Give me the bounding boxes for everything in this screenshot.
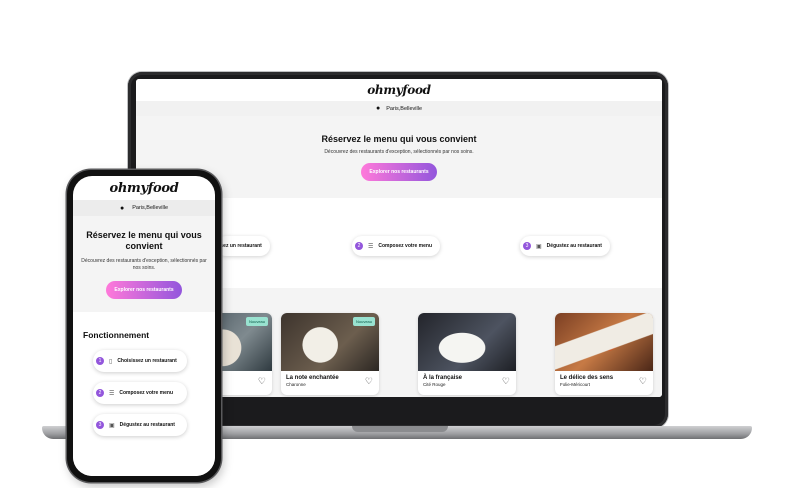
site-logo[interactable]: ohmyfood [109, 181, 178, 196]
site-logo[interactable]: ohmyfood [367, 83, 431, 97]
section-title: Fonctionnement [83, 330, 150, 340]
heart-icon[interactable]: ♡ [639, 376, 647, 387]
step-label: Composez votre menu [378, 243, 433, 249]
restaurant-card[interactable]: Nouveau La note enchantée Charonne ♡ [281, 313, 379, 395]
step-label: Composez votre menu [119, 390, 174, 396]
step-label: Dégustez au restaurant [546, 243, 602, 249]
list-icon: ☰ [368, 243, 374, 250]
new-badge: Nouveau [352, 317, 375, 326]
explore-restaurants-button[interactable]: Explorer nos restaurants [106, 280, 182, 299]
restaurant-card[interactable]: Le délice des sens Folie-Méricourt ♡ [555, 313, 653, 395]
restaurant-card[interactable]: À la française Cité Rouge ♡ [418, 313, 516, 395]
step-number: 2 [355, 242, 363, 250]
location-text: Paris,Belleville [386, 105, 422, 112]
restaurant-image: Nouveau [281, 313, 379, 371]
menu-card-icon: ▣ [536, 243, 542, 250]
step-card-2[interactable]: 2 ☰ Composez votre menu [352, 236, 441, 256]
hero-title: Réservez le menu qui vous convient [86, 230, 202, 252]
map-pin-icon: ● [120, 204, 125, 212]
phone-icon: ▯ [109, 358, 113, 365]
site-header: ohmyfood [136, 79, 662, 101]
location-text: Paris,Belleville [132, 205, 168, 211]
step-card-1[interactable]: isez un restaurant [216, 236, 270, 256]
hero-section: Réservez le menu qui vous convient Décou… [73, 216, 215, 312]
location-bar: ● Paris,Belleville [73, 200, 215, 216]
location-bar: ● Paris,Belleville [136, 101, 662, 116]
step-card-2[interactable]: 2 ☰ Composez votre menu [93, 382, 187, 404]
heart-icon[interactable]: ♡ [502, 376, 510, 387]
step-card-3[interactable]: 3 ▣ Dégustez au restaurant [93, 414, 187, 436]
restaurant-image [418, 313, 516, 371]
menu-card-icon: ▣ [109, 422, 115, 429]
step-card-1[interactable]: 1 ▯ Choisissez un restaurant [93, 350, 187, 372]
laptop-notch [352, 426, 448, 432]
heart-icon[interactable]: ♡ [365, 376, 373, 387]
hero-title: Réservez le menu qui vous convient [321, 134, 477, 144]
step-card-3[interactable]: 3 ▣ Dégustez au restaurant [520, 236, 610, 256]
explore-restaurants-button[interactable]: Explorer nos restaurants [361, 163, 437, 181]
new-badge: Nouveau [245, 317, 268, 326]
hero-subtitle: Découvrez des restaurants d'exception, s… [324, 149, 474, 155]
heart-icon[interactable]: ♡ [258, 376, 266, 387]
restaurant-image [555, 313, 653, 371]
how-it-works-section: Fonctionnement 1 ▯ Choisissez un restaur… [73, 312, 215, 476]
step-number: 3 [96, 421, 104, 429]
step-number: 2 [96, 389, 104, 397]
step-number: 3 [523, 242, 531, 250]
list-icon: ☰ [109, 390, 115, 397]
phone-screen: ohmyfood ● Paris,Belleville Réservez le … [73, 176, 215, 476]
step-number: 1 [96, 357, 104, 365]
map-pin-icon: ● [376, 105, 381, 112]
site-header: ohmyfood [73, 176, 215, 200]
step-label: Dégustez au restaurant [119, 422, 175, 428]
step-label: isez un restaurant [219, 243, 262, 249]
step-label: Choisissez un restaurant [117, 358, 177, 364]
hero-subtitle: Découvrez des restaurants d'exception, s… [81, 257, 207, 272]
